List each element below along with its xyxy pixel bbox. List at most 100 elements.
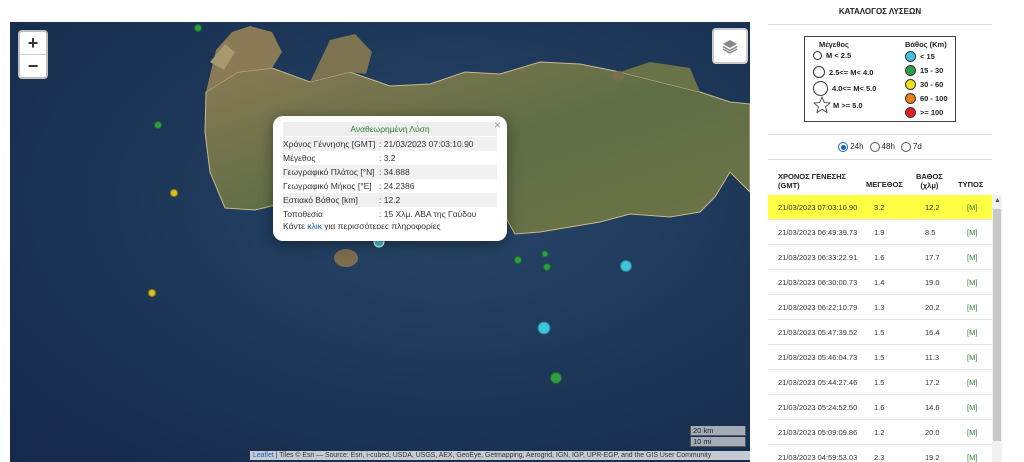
cell-depth: 20.0 [925,428,940,437]
zoom-in-button[interactable]: + [20,32,46,55]
popup-value: : 24.2386 [379,181,415,191]
cell-magnitude: 1.4 [874,278,885,287]
table-row[interactable]: 21/03/2023 04:59:53.03 2.3 19.2 [M] [768,445,992,462]
popup-tip [375,229,395,239]
popup-more-link[interactable]: κλικ [307,221,322,231]
period-option-7d[interactable]: 7d [900,142,922,152]
cell-type: [M] [967,403,978,412]
cell-depth: 19.0 [925,278,940,287]
depth-color-icon [905,79,916,90]
earthquake-marker[interactable] [154,121,162,129]
scrollbar-thumb[interactable] [993,209,1001,441]
period-option-48h[interactable]: 48h [869,142,895,152]
cell-depth: 16.4 [925,328,940,337]
earthquake-marker[interactable] [620,260,632,272]
cell-depth: 12.2 [925,203,940,212]
cell-type: [M] [967,278,978,287]
cell-magnitude: 1.3 [874,303,885,312]
period-option-24h[interactable]: 24h [838,142,864,152]
popup-key: Γεωγραφικό Μήκος [°E] [283,181,372,191]
earthquake-marker[interactable] [514,256,522,264]
circle-icon [813,81,828,96]
legend-box: Μέγεθος Βάθος (Km) M < 2.5 2.5<= M< 4.0 4.… [804,36,956,122]
star-icon [813,96,831,114]
cell-magnitude: 2.3 [874,453,885,462]
popup-key: Εστιακό Βάθος [km] [283,195,358,205]
table-row[interactable]: 21/03/2023 06:30:00.73 1.4 19.0 [M] [768,270,992,295]
popup-value: : 15 Χλμ. ΑΒΑ της Γαύδου [379,209,477,219]
cell-magnitude: 3.2 [874,203,885,212]
cell-depth: 11.3 [925,353,940,362]
earthquake-marker[interactable] [543,263,551,271]
cell-time: 21/03/2023 07:03:10.90 [778,203,858,212]
cell-type: [M] [967,378,978,387]
cell-time: 21/03/2023 05:44:27.46 [778,378,858,387]
table-row[interactable]: 21/03/2023 05:24:52.50 1.6 14.6 [M] [768,395,992,420]
earthquake-marker[interactable] [148,289,156,297]
cell-type: [M] [967,353,978,362]
table-row[interactable]: 21/03/2023 05:09:09.86 1.2 20.0 [M] [768,420,992,445]
cell-magnitude: 1.6 [874,403,885,412]
legend-magnitude-item: 2.5<= M< 4.0 [813,66,873,78]
cell-depth: 8.5 [925,228,936,237]
event-popup: × Αναθεωρημένη Λύση Χρόνος Γέννησης [GMT… [273,116,507,241]
cell-depth: 20.2 [925,303,940,312]
legend-depth-header: Βάθος (Km) [905,40,947,49]
table-row[interactable]: 21/03/2023 06:33:22.91 1.6 17.7 [M] [768,245,992,270]
leaflet-link[interactable]: Leaflet [253,452,274,459]
table-row[interactable]: 21/03/2023 06:49:39.73 1.9 8.5 [M] [768,220,992,245]
period-selector: 24h 48h 7d [768,134,992,160]
cell-depth: 19.2 [925,453,940,462]
earthquake-marker[interactable] [537,321,551,335]
cell-time: 21/03/2023 05:24:52.50 [778,403,858,412]
popup-row: Χρόνος Γέννησης [GMT]: 21/03/2023 07:03:… [283,137,497,151]
cell-time: 21/03/2023 06:33:22.91 [778,253,858,262]
depth-color-icon [905,51,916,62]
earthquake-marker[interactable] [550,372,562,384]
col-magnitude-header: ΜΕΓΕΘΟΣ [866,180,903,189]
radio-icon[interactable] [900,142,911,152]
popup-row: Μέγεθος: 3.2 [283,151,497,165]
depth-color-icon [905,93,916,104]
table-row[interactable]: 21/03/2023 07:03:10.90 3.2 12.2 [M] [768,195,992,220]
map-view[interactable]: + − × Αναθεωρημένη Λύση Χρόνος Γέννησης … [10,22,750,462]
legend-magnitude-item: M < 2.5 [813,51,851,60]
legend-magnitude-item: 4.0<= M< 5.0 [813,81,876,96]
catalog-title: ΚΑΤΑΛΟΓΟΣ ΛΥΣΕΩΝ [768,0,992,25]
cell-depth: 17.2 [925,378,940,387]
cell-type: [M] [967,203,978,212]
cell-type: [M] [967,428,978,437]
cell-magnitude: 1.5 [874,328,885,337]
cell-time: 21/03/2023 06:22:10.79 [778,303,858,312]
zoom-out-button[interactable]: − [20,55,46,77]
table-row[interactable]: 21/03/2023 05:44:27.46 1.5 17.2 [M] [768,370,992,395]
layers-button[interactable] [712,28,748,64]
col-time-header: ΧΡΟΝΟΣ ΓΕΝΕΣΗΣ (GMT) [778,172,847,190]
earthquake-marker[interactable] [541,250,549,258]
table-row[interactable]: 21/03/2023 06:22:10.79 1.3 20.2 [M] [768,295,992,320]
cell-type: [M] [967,303,978,312]
legend-depth-item: 60 - 100 [905,93,948,104]
radio-icon[interactable] [838,142,849,152]
popup-close-button[interactable]: × [494,118,501,132]
earthquake-marker[interactable] [194,24,202,32]
table-scrollbar[interactable]: ▲ [992,195,1002,462]
zoom-control: + − [18,30,48,79]
cell-type: [M] [967,253,978,262]
catalog-panel: ΚΑΤΑΛΟΓΟΣ ΛΥΣΕΩΝ Μέγεθος Βάθος (Km) M < … [768,0,992,462]
table-row[interactable]: 21/03/2023 05:46:04.73 1.5 11.3 [M] [768,345,992,370]
popup-key: Χρόνος Γέννησης [GMT] [283,139,376,149]
scroll-up-icon[interactable]: ▲ [994,197,1001,204]
radio-icon[interactable] [869,142,880,152]
cell-time: 21/03/2023 05:46:04.73 [778,353,858,362]
popup-key: Γεωγραφικό Πλάτος [°N] [283,167,375,177]
legend-magnitude-header: Μέγεθος [819,40,849,49]
earthquake-marker[interactable] [170,189,178,197]
legend-depth-item: < 15 [905,51,935,62]
table-header: ΧΡΟΝΟΣ ΓΕΝΕΣΗΣ (GMT) ΜΕΓΕΘΟΣ ΒΑΘΟΣ (χλμ) Τ… [768,168,992,194]
popup-value: : 3.2 [379,153,396,163]
cell-magnitude: 1.6 [874,253,885,262]
table-row[interactable]: 21/03/2023 05:47:39.52 1.5 16.4 [M] [768,320,992,345]
depth-color-icon [905,65,916,76]
cell-magnitude: 1.9 [874,228,885,237]
